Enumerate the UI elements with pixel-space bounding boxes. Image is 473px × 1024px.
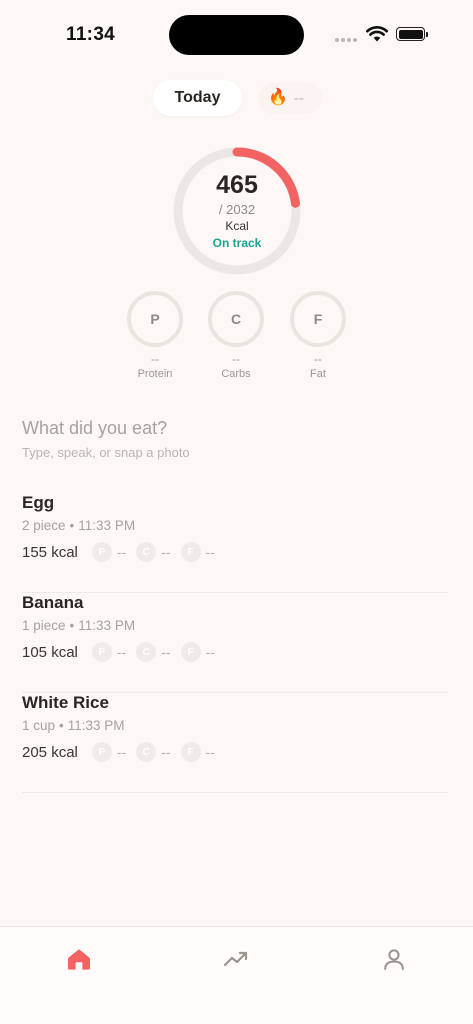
macro-fat[interactable]: F -- Fat: [288, 291, 348, 380]
cellular-signal-icon: [335, 38, 357, 42]
fat-chip: F --: [180, 542, 215, 562]
food-entry-white-rice[interactable]: White Rice 1 cup • 11:33 PM 205 kcal P -- C…: [22, 693, 448, 793]
food-entry-kcal: 105 kcal: [22, 643, 78, 661]
food-entry-meta: 1 cup • 11:33 PM: [22, 718, 125, 733]
battery-icon: [396, 27, 428, 41]
fat-badge: F: [180, 542, 201, 562]
fat-badge: F: [180, 642, 201, 662]
food-entry-name: White Rice: [22, 693, 109, 712]
food-entry-time: 11:33 PM: [78, 618, 136, 633]
food-input-hint: Type, speak, or snap a photo: [22, 445, 190, 460]
food-entry-kcal: 205 kcal: [22, 743, 78, 761]
protein-value: --: [116, 744, 127, 760]
protein-value: --: [116, 644, 127, 660]
food-entry-name: Banana: [22, 593, 84, 612]
tab-progress[interactable]: [222, 945, 250, 973]
dynamic-island: [169, 15, 304, 55]
carbs-chip: C --: [136, 542, 171, 562]
protein-value: --: [116, 544, 127, 560]
calories-status: On track: [212, 236, 262, 250]
fat-badge: F: [180, 742, 201, 762]
carbs-value: --: [161, 744, 171, 760]
macro-fat-label: Fat: [310, 368, 326, 380]
fat-value: --: [205, 644, 215, 660]
carbs-chip: C --: [136, 742, 171, 762]
protein-badge: P: [91, 542, 112, 562]
macro-protein-ring: P: [127, 291, 183, 347]
carbs-badge: C: [136, 642, 157, 662]
carbs-value: --: [161, 544, 171, 560]
macro-carbs-value: --: [232, 352, 240, 366]
home-icon: [68, 949, 90, 970]
fat-chip: F --: [180, 642, 215, 662]
macro-carbs[interactable]: C -- Carbs: [206, 291, 266, 380]
tab-profile[interactable]: [380, 945, 408, 973]
food-entry-banana[interactable]: Banana 1 piece • 11:33 PM 105 kcal P -- C --…: [22, 593, 448, 693]
food-entry-name: Egg: [22, 493, 55, 512]
food-entry-meta: 2 piece • 11:33 PM: [22, 518, 136, 533]
status-bar: 11:34: [0, 0, 473, 70]
date-selector-button[interactable]: Today: [153, 80, 242, 116]
protein-badge: P: [91, 642, 112, 662]
food-entry-time: 11:33 PM: [67, 718, 125, 733]
calories-goal: / 2032: [218, 202, 256, 217]
food-entry-meta: 1 piece • 11:33 PM: [22, 618, 136, 633]
fat-value: --: [205, 544, 215, 560]
profile-icon: [384, 949, 404, 970]
fat-value: --: [205, 744, 215, 760]
tab-bar: [0, 926, 473, 1024]
food-entry-kcal: 155 kcal: [22, 543, 78, 561]
calories-consumed: 465: [216, 171, 258, 199]
protein-chip: P --: [91, 642, 127, 662]
food-input[interactable]: What did you eat?: [22, 418, 442, 439]
food-entry-egg[interactable]: Egg 2 piece • 11:33 PM 155 kcal P -- C -- F-…: [22, 493, 448, 593]
status-time: 11:34: [66, 24, 116, 45]
wifi-icon: [366, 26, 388, 47]
streak-value: --: [293, 89, 304, 107]
carbs-badge: C: [136, 542, 157, 562]
food-entry-time: 11:33 PM: [78, 518, 136, 533]
macro-protein[interactable]: P -- Protein: [125, 291, 185, 380]
tab-home[interactable]: [65, 945, 93, 973]
macro-fat-ring: F: [290, 291, 346, 347]
carbs-value: --: [161, 644, 171, 660]
carbs-badge: C: [136, 742, 157, 762]
flame-icon: 🔥: [268, 89, 288, 106]
streak-badge[interactable]: 🔥 --: [258, 82, 322, 114]
calorie-ring[interactable]: 465 / 2032 Kcal On track: [171, 145, 303, 277]
protein-chip: P --: [91, 542, 127, 562]
macro-fat-value: --: [314, 352, 322, 366]
trending-icon: [223, 951, 248, 967]
macro-carbs-ring: C: [208, 291, 264, 347]
food-entry-quantity: 1 cup: [22, 718, 56, 733]
calories-unit: Kcal: [225, 219, 249, 233]
food-entry-quantity: 2 piece: [22, 518, 66, 533]
macro-protein-value: --: [151, 352, 159, 366]
food-entry-quantity: 1 piece: [22, 618, 66, 633]
fat-chip: F --: [180, 742, 215, 762]
carbs-chip: C --: [136, 642, 171, 662]
protein-badge: P: [91, 742, 112, 762]
protein-chip: P --: [91, 742, 127, 762]
macro-protein-label: Protein: [137, 368, 173, 380]
macro-carbs-label: Carbs: [221, 368, 251, 380]
